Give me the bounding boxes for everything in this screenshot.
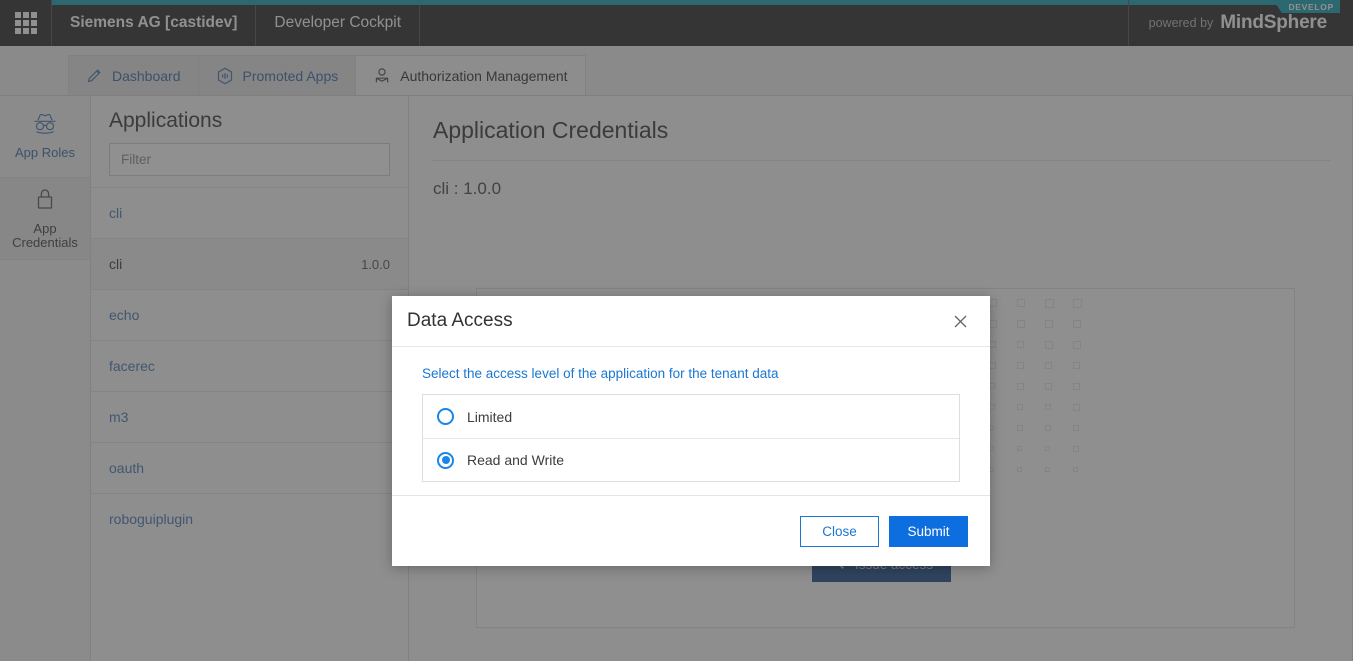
dialog-title: Data Access [407,310,513,331]
submit-button[interactable]: Submit [889,515,968,547]
dialog-footer: Close Submit [392,495,990,566]
dialog-header: Data Access [392,296,990,347]
radio-option-limited[interactable]: Limited [423,395,959,438]
dialog-prompt: Select the access level of the applicati… [422,366,779,381]
close-icon[interactable] [947,308,974,335]
radio-option-read-and-write-label: Read and Write [467,452,565,468]
app-root: Siemens AG [castidev] Developer Cockpit … [0,0,1353,661]
radio-option-limited-label: Limited [467,408,513,425]
dialog-body: Select the access level of the applicati… [392,347,990,495]
radio-option-read-and-write[interactable]: Read and Write [423,438,959,481]
radio-icon [437,408,454,425]
radio-icon-selected [437,451,454,469]
close-button[interactable]: Close [800,515,879,547]
access-level-radio-group: Limited Read and Write [422,394,960,482]
data-access-dialog: Data Access Select the access level of t… [392,296,990,566]
